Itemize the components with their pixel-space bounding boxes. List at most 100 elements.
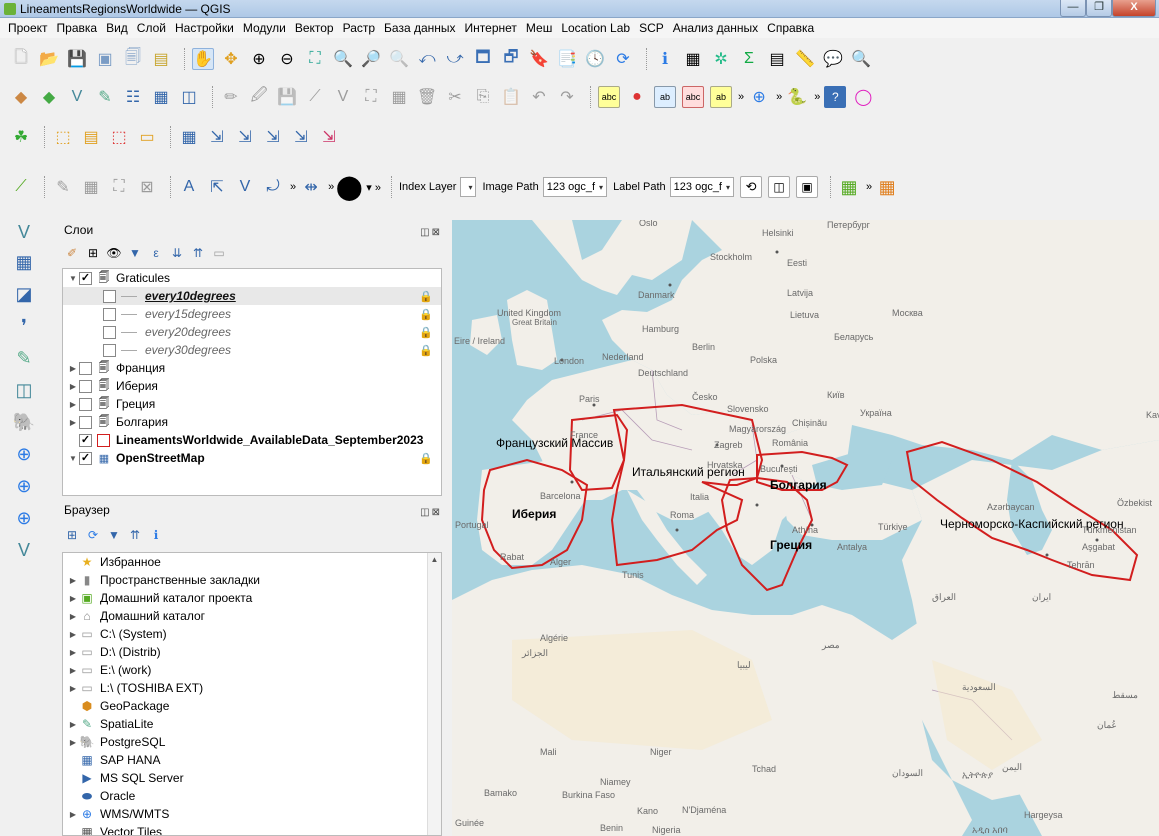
browser-item-vector-tiles[interactable]: ▦ Vector Tiles	[63, 823, 441, 835]
label-toolbar-icon[interactable]: abc	[598, 86, 620, 108]
layer-group-greece[interactable]: ▶ 🗐 Греция	[63, 395, 441, 413]
label-tool-icon[interactable]: A	[178, 176, 200, 198]
expand-arrow-icon[interactable]: ▶	[67, 382, 79, 391]
new-map-view-icon[interactable]: 🗖	[472, 48, 494, 70]
bookmark-icon[interactable]: 🔖	[528, 48, 550, 70]
browser-item-project-home[interactable]: ▶ ▣ Домашний каталог проекта	[63, 589, 441, 607]
zoom-last-icon[interactable]: ⤺	[416, 48, 438, 70]
layer-every15degrees[interactable]: every15degrees 🔒	[63, 305, 441, 323]
browser-item-spatial-bookmarks[interactable]: ▶ ▮ Пространственные закладки	[63, 571, 441, 589]
add-vector-layer-icon[interactable]: V	[12, 220, 36, 244]
data-source-manager-icon[interactable]: ◆	[10, 86, 32, 108]
expand-arrow-icon[interactable]: ▶	[67, 630, 79, 639]
new-print-layout-icon[interactable]: ▣	[94, 48, 116, 70]
remove-layer-icon[interactable]: ▭	[211, 245, 227, 261]
layer-group-iberia[interactable]: ▶ 🗐 Иберия	[63, 377, 441, 395]
menu-web[interactable]: Интернет	[465, 21, 517, 35]
current-edits-icon[interactable]: 🖉	[248, 86, 270, 108]
browser-item-drive-c[interactable]: ▶ ▭ C:\ (System)	[63, 625, 441, 643]
browser-item-postgresql[interactable]: ▶ 🐘 PostgreSQL	[63, 733, 441, 751]
select-by-value-icon[interactable]: ▤	[80, 126, 102, 148]
undo-icon[interactable]: ↶	[528, 86, 550, 108]
pan-to-selection-icon[interactable]: ✥	[220, 48, 242, 70]
new-shapefile-icon[interactable]: V	[12, 538, 36, 562]
add-delimited-text-icon[interactable]: ❜	[12, 314, 36, 338]
show-bookmarks-icon[interactable]: 📑	[556, 48, 578, 70]
pin-labels-icon[interactable]: ab	[654, 86, 676, 108]
copy-features-icon[interactable]: ⎘	[472, 86, 494, 108]
add-group-icon[interactable]: ⊞	[85, 245, 101, 261]
expand-arrow-icon[interactable]: ▶	[67, 684, 79, 693]
add-raster-layer-icon[interactable]: ▦	[12, 250, 36, 274]
zoom-out-icon[interactable]: ⊖	[276, 48, 298, 70]
add-spatialite-icon[interactable]: ☷	[122, 86, 144, 108]
layout-manager-icon[interactable]: 🗐	[122, 48, 144, 70]
menu-edit[interactable]: Правка	[57, 21, 98, 35]
pan-map-icon[interactable]: ✋	[192, 48, 214, 70]
expand-arrow-icon[interactable]: ▶	[67, 418, 79, 427]
menu-help[interactable]: Справка	[767, 21, 814, 35]
image-viewer-icon[interactable]: ◫	[768, 176, 791, 198]
map-canvas[interactable]: Oslo Helsinki Петербург Stockholm Eesti …	[452, 220, 1159, 836]
advanced-edit-icon[interactable]: ✎	[52, 176, 74, 198]
filter-expression-icon[interactable]: ε	[148, 245, 164, 261]
expand-arrow-icon[interactable]: ▶	[67, 666, 79, 675]
menu-data-analysis[interactable]: Анализ данных	[673, 21, 758, 35]
layer-every30degrees[interactable]: every30degrees 🔒	[63, 341, 441, 359]
zoom-next-icon[interactable]: ⤻	[444, 48, 466, 70]
layer-openstreetmap[interactable]: ▼ ✓ ▦ OpenStreetMap 🔒	[63, 449, 441, 467]
move-label-icon[interactable]: ab	[710, 86, 732, 108]
browser-item-geopackage[interactable]: ⬢ GeoPackage	[63, 697, 441, 715]
expand-arrow-icon[interactable]: ▶	[67, 810, 79, 819]
add-postgis-icon[interactable]: 🐘	[12, 410, 36, 434]
add-gpx-icon[interactable]: ✎	[12, 346, 36, 370]
save-project-icon[interactable]: 💾	[66, 48, 88, 70]
add-mesh-layer-icon[interactable]: ◪	[12, 282, 36, 306]
layer-group-graticules[interactable]: ▼ ✓ 🗐 Graticules	[63, 269, 441, 287]
browser-item-drive-e[interactable]: ▶ ▭ E:\ (work)	[63, 661, 441, 679]
select-location-icon[interactable]: ▭	[136, 126, 158, 148]
toolbar-overflow-icon[interactable]: »	[738, 91, 744, 103]
raster-plugin-icon[interactable]: ▦	[838, 176, 860, 198]
layer-checkbox[interactable]: ✓	[79, 451, 92, 465]
georeferencer-icon[interactable]: ⊕	[748, 86, 770, 108]
modify-attributes-icon[interactable]: ▦	[388, 86, 410, 108]
zoom-in-icon[interactable]: ⊕	[248, 48, 270, 70]
attribute-table-icon[interactable]: ▦	[178, 126, 200, 148]
expand-arrow-icon[interactable]: ▶	[67, 594, 79, 603]
layer-group-france[interactable]: ▶ 🗐 Франция	[63, 359, 441, 377]
menu-project[interactable]: Проект	[8, 21, 48, 35]
collapse-arrow-icon[interactable]: ▼	[67, 454, 79, 463]
layer-checkbox[interactable]	[103, 325, 116, 339]
open-attribute-table-icon[interactable]: ▦	[682, 48, 704, 70]
browser-item-mssql[interactable]: ▶ MS SQL Server	[63, 769, 441, 787]
cut-features-icon[interactable]: ✂	[444, 86, 466, 108]
zoom-full-icon[interactable]: ⛶	[304, 48, 326, 70]
highlight-labels-icon[interactable]: abc	[682, 86, 704, 108]
identify-features-icon[interactable]: ℹ	[654, 48, 676, 70]
browser-item-wms[interactable]: ▶ ⊕ WMS/WMTS	[63, 805, 441, 823]
menu-layer[interactable]: Слой	[137, 21, 166, 35]
select-features-icon[interactable]: ▤	[766, 48, 788, 70]
paste-features-icon[interactable]: 📋	[500, 86, 522, 108]
select-tool-4-icon[interactable]: ⇲	[290, 126, 312, 148]
add-wcs-icon[interactable]: ⊕	[12, 506, 36, 530]
filter-browser-icon[interactable]: ▼	[106, 527, 122, 543]
toggle-editing-icon[interactable]: ✏	[220, 86, 242, 108]
vertex-editor-icon[interactable]: V	[234, 176, 256, 198]
add-wms-icon[interactable]: ▦	[150, 86, 172, 108]
add-wfs-icon[interactable]: ⊕	[12, 474, 36, 498]
new-project-icon[interactable]: 🗋	[10, 48, 32, 70]
collapse-all-icon[interactable]: ⇈	[127, 527, 143, 543]
close-button[interactable]: X	[1112, 0, 1156, 17]
image-path-select[interactable]: 123 ogc_f ▾	[542, 177, 608, 197]
deselect-features-icon[interactable]: ⬚	[108, 126, 130, 148]
layer-every20degrees[interactable]: every20degrees 🔒	[63, 323, 441, 341]
expand-arrow-icon[interactable]: ▶	[67, 720, 79, 729]
layer-checkbox[interactable]: ✓	[79, 433, 92, 447]
select-tool-3-icon[interactable]: ⇲	[262, 126, 284, 148]
split-features-icon[interactable]: ⛶	[108, 176, 130, 198]
panel-float-close-icons[interactable]: ◫⊠	[420, 503, 442, 523]
refresh-icon[interactable]: ⟳	[85, 527, 101, 543]
measure-icon[interactable]: 📏	[794, 48, 816, 70]
